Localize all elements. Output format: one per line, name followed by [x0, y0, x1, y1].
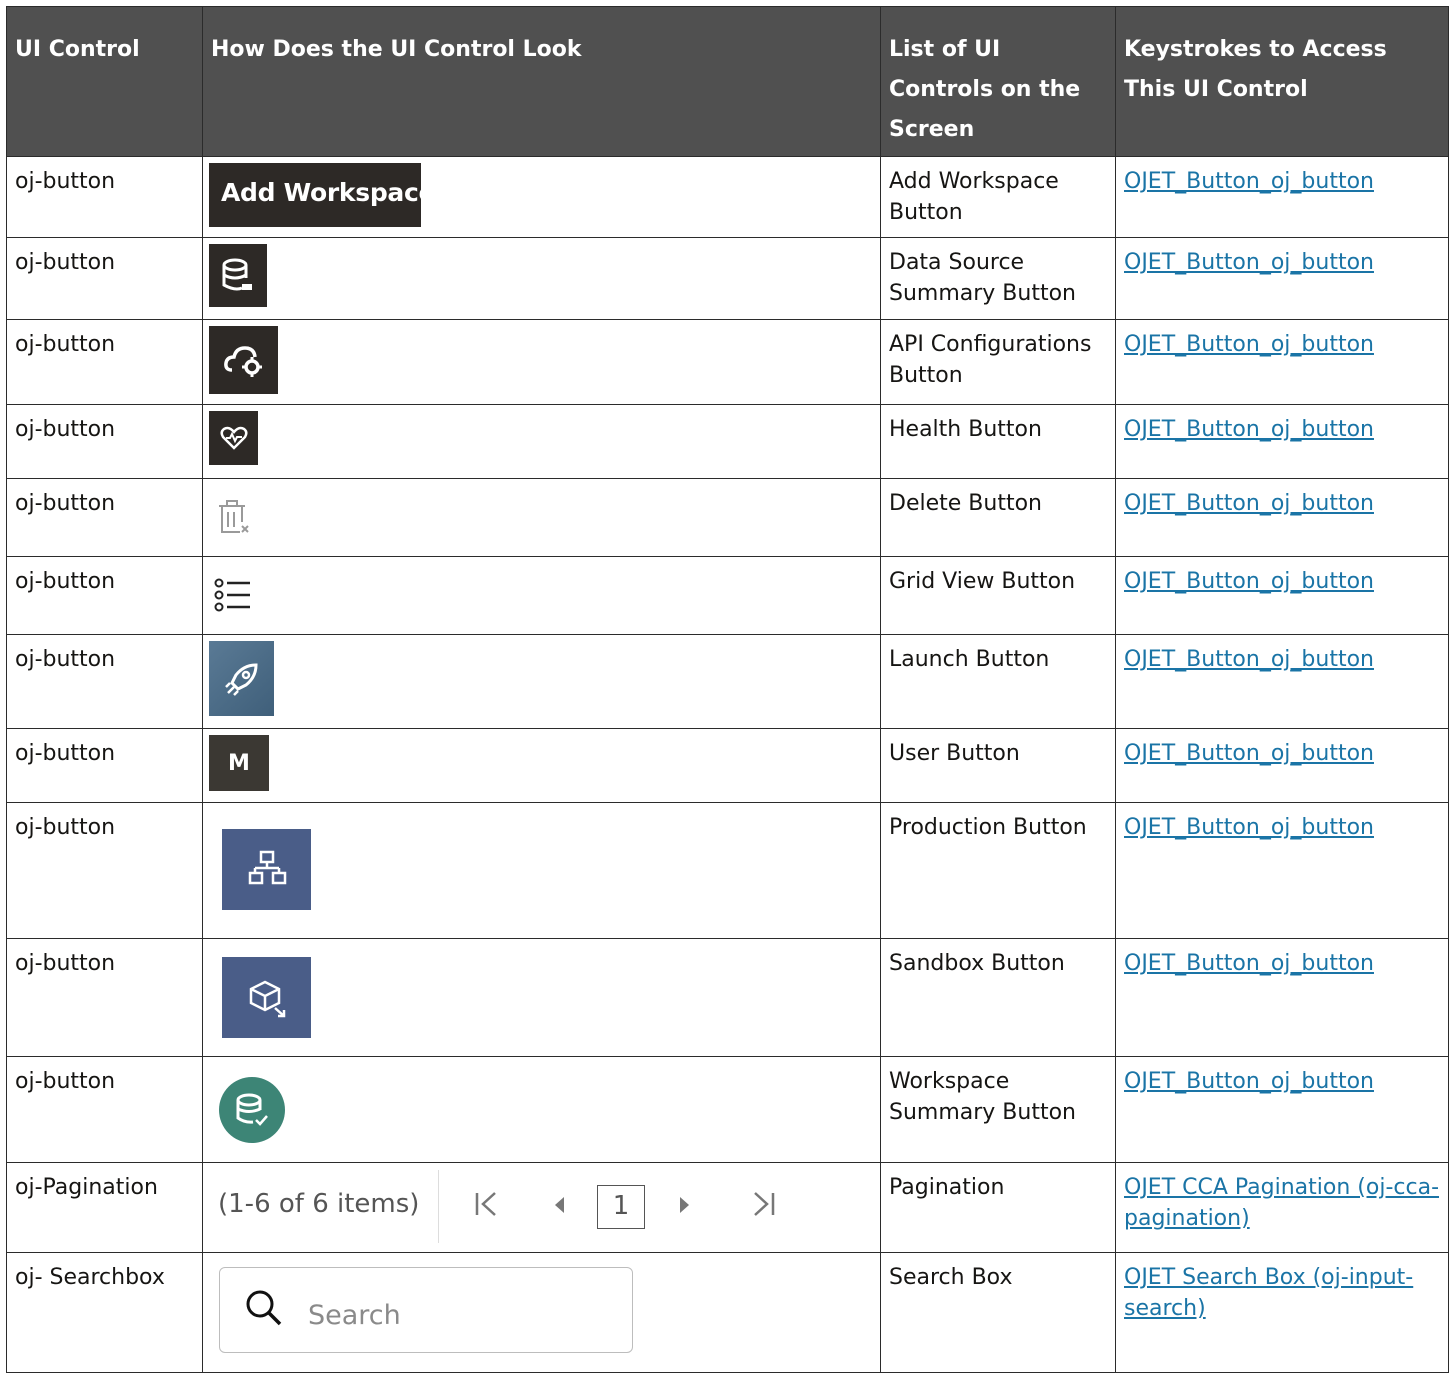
control-type: oj-button — [6, 802, 203, 939]
control-type: oj-button — [6, 319, 203, 405]
api-configurations-button[interactable] — [209, 326, 278, 394]
rocket-icon — [224, 662, 258, 696]
current-page[interactable]: 1 — [597, 1184, 645, 1229]
control-type: oj-button — [6, 556, 203, 635]
control-name: Launch Button — [880, 634, 1116, 729]
previous-page-button[interactable] — [547, 1191, 571, 1222]
keystroke-link[interactable]: OJET_Button_oj_button — [1124, 250, 1374, 275]
control-type: oj-Pagination — [6, 1162, 203, 1253]
launch-button[interactable] — [209, 641, 274, 716]
control-type: oj- Searchbox — [6, 1252, 203, 1373]
list-icon — [214, 578, 250, 612]
table-row: oj-button Health Button OJET_Button_oj_b… — [6, 404, 1449, 479]
header-list: List of UI Controls on the Screen — [880, 6, 1116, 157]
control-type: oj-button — [6, 237, 203, 320]
first-page-icon — [475, 1191, 496, 1216]
delete-button[interactable] — [215, 497, 251, 537]
keystroke-link[interactable]: OJET_Button_oj_button — [1124, 741, 1374, 766]
control-name: Workspace Summary Button — [880, 1056, 1116, 1163]
table-row: oj-Pagination (1-6 of 6 items) 1 Paginat… — [6, 1162, 1449, 1253]
control-type: oj-button — [6, 156, 203, 238]
pagination: (1-6 of 6 items) 1 — [209, 1170, 872, 1243]
workspace-summary-button[interactable] — [219, 1077, 285, 1143]
control-type: oj-button — [6, 938, 203, 1057]
caret-right-icon — [680, 1197, 689, 1213]
control-type: oj-button — [6, 634, 203, 729]
control-name: User Button — [880, 728, 1116, 803]
table-row: oj-button API Configurations Button OJET… — [6, 319, 1449, 405]
control-name: Pagination — [880, 1162, 1116, 1253]
production-button[interactable] — [222, 829, 311, 910]
keystroke-link[interactable]: OJET_Button_oj_button — [1124, 1069, 1374, 1094]
control-name: Grid View Button — [880, 556, 1116, 635]
table-row: oj-button Add Workspace Add Workspace Bu… — [6, 156, 1449, 238]
control-name: Sandbox Button — [880, 938, 1116, 1057]
trash-icon — [219, 500, 249, 533]
hierarchy-icon — [248, 850, 286, 884]
user-button[interactable]: M — [209, 735, 269, 791]
search-placeholder: Search — [308, 1300, 401, 1331]
caret-left-icon — [555, 1197, 564, 1213]
keystroke-link[interactable]: OJET CCA Pagination (oj-cca-pagination) — [1124, 1175, 1439, 1231]
search-input[interactable]: Search — [219, 1267, 633, 1353]
data-source-summary-button[interactable] — [209, 244, 267, 307]
grid-view-button[interactable] — [213, 575, 253, 615]
table-row: oj-button Workspace Summary Button OJET_… — [6, 1056, 1449, 1163]
control-type: oj-button — [6, 728, 203, 803]
keystroke-link[interactable]: OJET_Button_oj_button — [1124, 569, 1374, 594]
database-check-icon — [236, 1093, 268, 1126]
ui-controls-table: UI Control How Does the UI Control Look … — [6, 6, 1449, 1373]
keystroke-link[interactable]: OJET_Button_oj_button — [1124, 491, 1374, 516]
table-row: oj-button Grid View Button OJET_Button_o… — [6, 556, 1449, 635]
keystroke-link[interactable]: OJET Search Box (oj-input-search) — [1124, 1265, 1413, 1321]
pagination-count: (1-6 of 6 items) — [209, 1170, 439, 1243]
keystroke-link[interactable]: OJET_Button_oj_button — [1124, 951, 1374, 976]
table-row: oj-button Production Button OJET_Button_… — [6, 802, 1449, 939]
cloud-gear-icon — [223, 346, 262, 377]
header-keystrokes: Keystrokes to Access This UI Control — [1115, 6, 1449, 157]
table-row: oj-button M User Button OJET_Button_oj_b… — [6, 728, 1449, 803]
header-look: How Does the UI Control Look — [202, 6, 881, 157]
keystroke-link[interactable]: OJET_Button_oj_button — [1124, 647, 1374, 672]
search-icon — [246, 1290, 282, 1326]
add-workspace-button[interactable]: Add Workspace — [209, 163, 435, 227]
control-name: Health Button — [880, 404, 1116, 479]
control-name: Delete Button — [880, 478, 1116, 557]
header-row: UI Control How Does the UI Control Look … — [6, 6, 1449, 157]
user-initial: M — [228, 750, 250, 776]
table-row: oj-button Data Source Summary Button OJE… — [6, 237, 1449, 320]
last-page-button[interactable] — [747, 1189, 779, 1225]
last-page-icon — [754, 1191, 775, 1216]
control-type: oj-button — [6, 478, 203, 557]
control-type: oj-button — [6, 1056, 203, 1163]
first-page-button[interactable] — [471, 1189, 503, 1225]
table-row: oj- Searchbox Search Search Box OJET Sea… — [6, 1252, 1449, 1373]
control-name: Search Box — [880, 1252, 1116, 1373]
cube-icon — [249, 980, 285, 1017]
database-icon — [222, 258, 252, 290]
table-row: oj-button Sandbox Button OJET_Button_oj_… — [6, 938, 1449, 1057]
control-type: oj-button — [6, 404, 203, 479]
control-name: Data Source Summary Button — [880, 237, 1116, 320]
control-name: Add Workspace Button — [880, 156, 1116, 238]
control-name: Production Button — [880, 802, 1116, 939]
table-row: oj-button Delete Button OJET_Button_oj_b… — [6, 478, 1449, 557]
table-row: oj-button Launch Button OJET_Button_oj_b… — [6, 634, 1449, 729]
header-ui-control: UI Control — [6, 6, 203, 157]
keystroke-link[interactable]: OJET_Button_oj_button — [1124, 417, 1374, 442]
heart-pulse-icon — [219, 426, 248, 450]
keystroke-link[interactable]: OJET_Button_oj_button — [1124, 332, 1374, 357]
health-button[interactable] — [209, 411, 258, 465]
keystroke-link[interactable]: OJET_Button_oj_button — [1124, 815, 1374, 840]
sandbox-button[interactable] — [222, 957, 311, 1038]
keystroke-link[interactable]: OJET_Button_oj_button — [1124, 169, 1374, 194]
next-page-button[interactable] — [673, 1191, 697, 1222]
control-name: API Configurations Button — [880, 319, 1116, 405]
